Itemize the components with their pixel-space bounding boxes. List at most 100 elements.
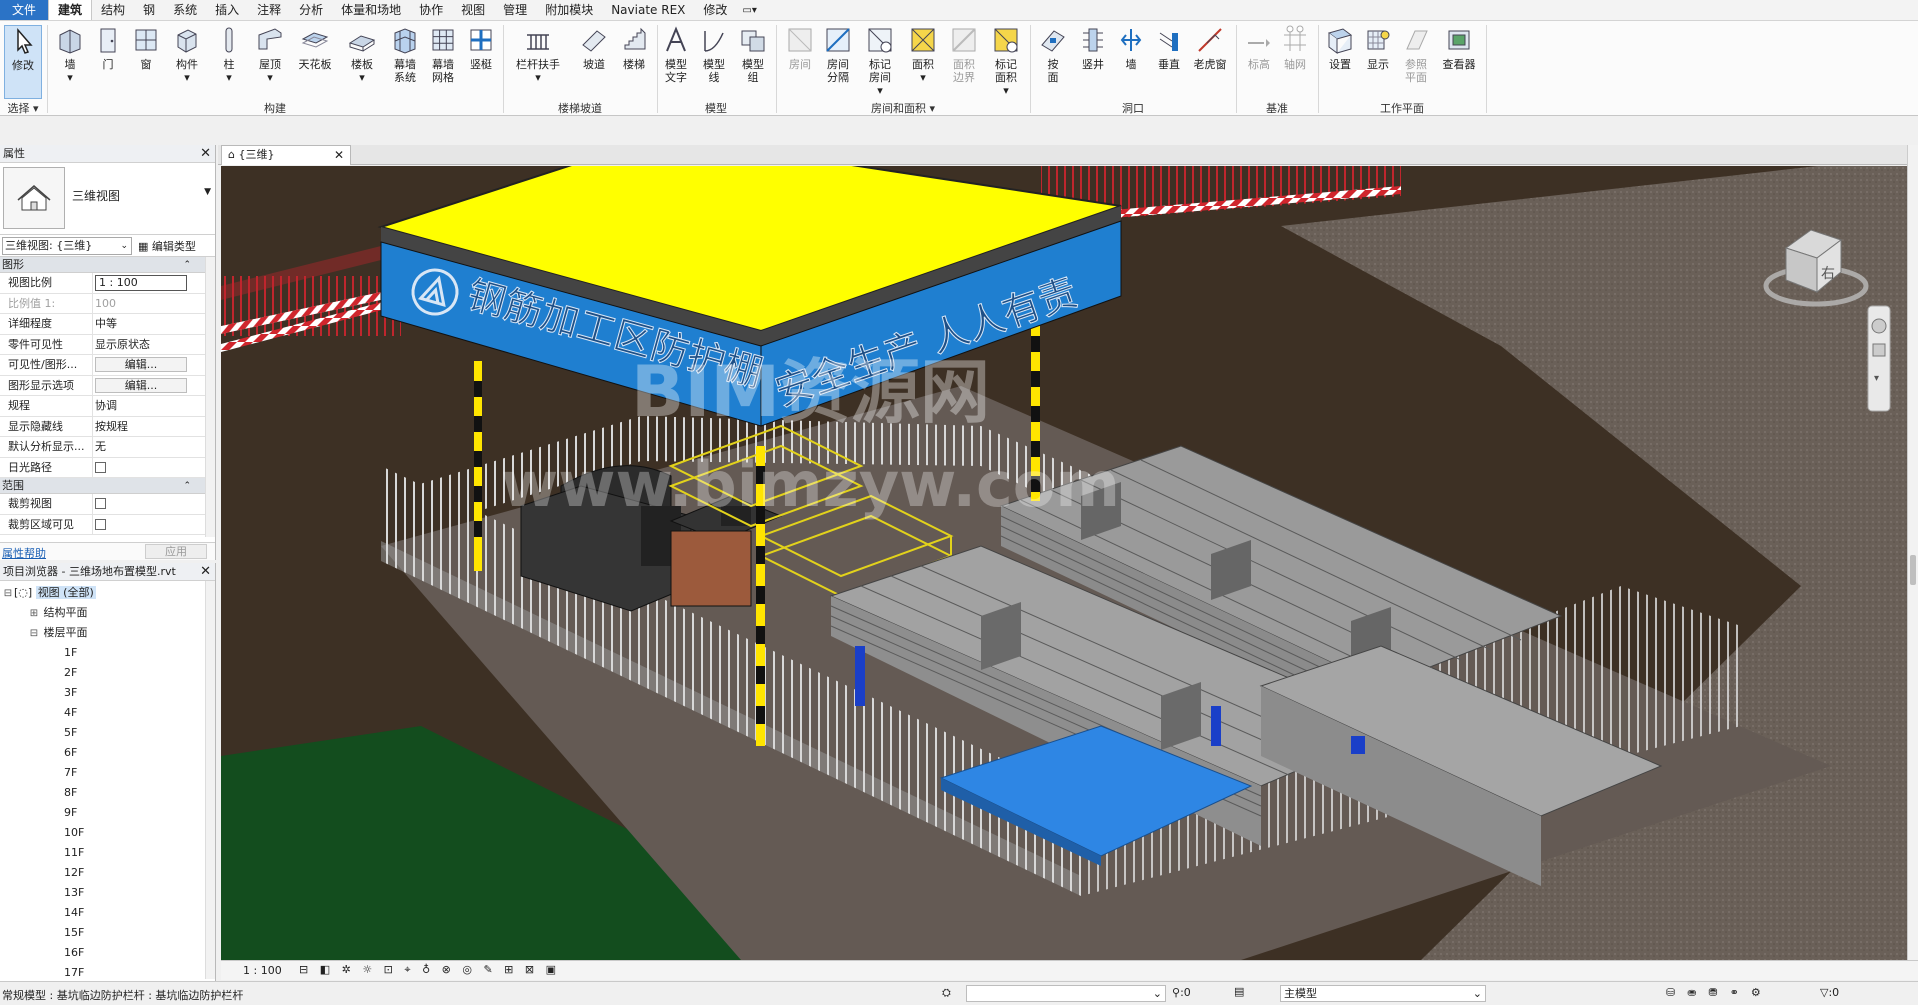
ceiling-button[interactable]: 天花板 [292, 25, 338, 99]
properties-help-link[interactable]: 属性帮助 [2, 545, 46, 561]
tab-modify[interactable]: 修改 [694, 0, 736, 20]
edit-type-button[interactable]: ▦ 编辑类型 [138, 238, 196, 254]
tab-naviate-rex[interactable]: Naviate REX [602, 0, 694, 20]
tab-architecture[interactable]: 建筑 [48, 0, 93, 20]
crop-view-checkbox[interactable] [95, 498, 106, 509]
curtain-system-button[interactable]: 幕墙 系统 [386, 25, 424, 99]
tree-node-level[interactable]: 2F [0, 663, 215, 683]
properties-scrollbar[interactable] [205, 257, 215, 537]
viewer-button[interactable]: 查看器 [1436, 25, 1482, 99]
close-icon[interactable]: ✕ [200, 145, 211, 163]
tree-node-level[interactable]: 4F [0, 703, 215, 723]
wall-opening-button[interactable]: 墙 [1114, 25, 1148, 99]
tree-node-level[interactable]: 3F [0, 683, 215, 703]
modify-button[interactable]: 修改 [4, 25, 42, 99]
model-text-button[interactable]: 模型 文字 [660, 25, 692, 99]
component-button[interactable]: 构件 ▾ [166, 25, 208, 99]
close-icon[interactable]: ✕ [334, 146, 344, 164]
prop-hidden-lines[interactable]: 显示隐藏线 按规程 [0, 416, 215, 437]
prop-parts-visibility[interactable]: 零件可见性 显示原状态 [0, 334, 215, 355]
door-button[interactable]: 门 [90, 25, 126, 99]
worksets-icon[interactable]: ⛭ [942, 986, 951, 1000]
type-selector[interactable]: 三维视图 ▼ [0, 163, 215, 235]
tab-analyze[interactable]: 分析 [290, 0, 332, 20]
type-dropdown-icon[interactable]: ▼ [204, 187, 211, 197]
zoom-icon[interactable] [1872, 343, 1886, 357]
category-graphics[interactable]: 图形 ⌃ [0, 257, 215, 273]
workplane-show-button[interactable]: 显示 [1360, 25, 1396, 99]
tree-node-level[interactable]: 13F [0, 883, 215, 903]
model-group-button[interactable]: 模型 组 [736, 25, 770, 99]
tree-node-level[interactable]: 12F [0, 863, 215, 883]
vertical-opening-button[interactable]: 垂直 [1152, 25, 1186, 99]
floor-button[interactable]: 楼板 ▾ [342, 25, 382, 99]
tab-file[interactable]: 文件 [0, 0, 49, 20]
mullion-button[interactable]: 竖梃 [464, 25, 498, 99]
area-boundary-button[interactable]: 面积 边界 [946, 25, 982, 99]
viewport-scrollbar[interactable] [1907, 145, 1918, 960]
tree-node-level[interactable]: 11F [0, 843, 215, 863]
workplane-set-button[interactable]: 设置 [1322, 25, 1358, 99]
group-room-area-label[interactable]: 房间和面积 ▾ [778, 100, 1028, 115]
ribbon-toggle-icon[interactable]: ▭▾ [736, 0, 762, 20]
room-button[interactable]: 房间 [782, 25, 818, 99]
workset-dropdown[interactable]: ⌄ [966, 985, 1166, 1002]
browser-scrollbar[interactable] [205, 581, 215, 979]
shaft-button[interactable]: 竖井 [1074, 25, 1112, 99]
railing-button[interactable]: 栏杆扶手 ▾ [508, 25, 568, 99]
prop-view-scale[interactable]: 视图比例 1 : 100 [0, 273, 215, 294]
sun-path-checkbox[interactable] [95, 461, 106, 473]
tag-area-button[interactable]: 标记 面积 ▾ [988, 25, 1024, 99]
tree-node-level[interactable]: 10F [0, 823, 215, 843]
tree-node-level[interactable]: 15F [0, 923, 215, 943]
tab-addins[interactable]: 附加模块 [536, 0, 602, 20]
dormer-button[interactable]: 老虎窗 [1190, 25, 1230, 99]
wall-button[interactable]: 墙 ▾ [50, 25, 90, 99]
view-tab-3d[interactable]: ⌂ {三维} ✕ [221, 145, 351, 165]
ref-plane-button[interactable]: 参照 平面 [1398, 25, 1434, 99]
steering-wheel-icon[interactable] [1871, 318, 1887, 334]
column-button[interactable]: 柱 ▾ [212, 25, 246, 99]
prop-discipline[interactable]: 规程 协调 [0, 396, 215, 417]
tab-steel[interactable]: 钢 [134, 0, 164, 20]
design-options-icon[interactable]: ▤ [1234, 985, 1244, 998]
tab-view[interactable]: 视图 [452, 0, 494, 20]
tree-node-level[interactable]: 6F [0, 743, 215, 763]
room-separator-button[interactable]: 房间 分隔 [820, 25, 856, 99]
3d-viewport[interactable]: 钢筋加工区防护棚 安全生产 人人有责 BIM资源网 www.bimzyw.com… [221, 166, 1907, 960]
tab-structure[interactable]: 结构 [92, 0, 134, 20]
apply-button[interactable]: 应用 [145, 544, 207, 559]
instance-selector[interactable]: 三维视图: {三维} ⌄ [2, 237, 132, 255]
tab-insert[interactable]: 插入 [206, 0, 248, 20]
view-cube-face[interactable]: 右 [1821, 266, 1835, 282]
ramp-button[interactable]: 坡道 [575, 25, 613, 99]
selection-mode-icons[interactable]: ⛁⛂⛃⚭⚙ [1666, 986, 1773, 999]
main-model-dropdown[interactable]: 主模型 ⌄ [1280, 985, 1486, 1002]
level-button[interactable]: 标高 [1242, 25, 1276, 99]
tree-node-floor-plans[interactable]: ⊟ 楼层平面 [0, 623, 215, 643]
grid-button[interactable]: 轴网 [1278, 25, 1312, 99]
roof-button[interactable]: 屋顶 ▾ [250, 25, 290, 99]
group-select-label[interactable]: 选择 ▾ [0, 100, 46, 115]
window-button[interactable]: 窗 [128, 25, 164, 99]
tab-manage[interactable]: 管理 [494, 0, 536, 20]
tab-massing-site[interactable]: 体量和场地 [332, 0, 410, 20]
tree-node-level[interactable]: 5F [0, 723, 215, 743]
crop-region-checkbox[interactable] [95, 518, 106, 530]
area-button[interactable]: 面积 ▾ [904, 25, 942, 99]
stair-button[interactable]: 楼梯 [615, 25, 653, 99]
navigation-bar[interactable]: ▾ [1867, 305, 1891, 412]
tab-annotate[interactable]: 注释 [248, 0, 290, 20]
tag-room-button[interactable]: 标记 房间 ▾ [862, 25, 898, 99]
filter-count[interactable]: ▽:0 [1820, 986, 1839, 999]
close-icon[interactable]: ✕ [200, 563, 211, 581]
opening-by-face-button[interactable]: 按 面 [1036, 25, 1070, 99]
tab-systems[interactable]: 系统 [164, 0, 206, 20]
tree-node-level[interactable]: 8F [0, 783, 215, 803]
view-scale[interactable]: 1 : 100 [243, 964, 282, 977]
tree-node-level[interactable]: 16F [0, 943, 215, 963]
category-extents[interactable]: 范围 ⌃ [0, 478, 215, 494]
tree-node-level[interactable]: 9F [0, 803, 215, 823]
tree-node-structural-plans[interactable]: ⊞ 结构平面 [0, 603, 215, 623]
edit-gdo-button[interactable]: 编辑... [95, 377, 187, 393]
